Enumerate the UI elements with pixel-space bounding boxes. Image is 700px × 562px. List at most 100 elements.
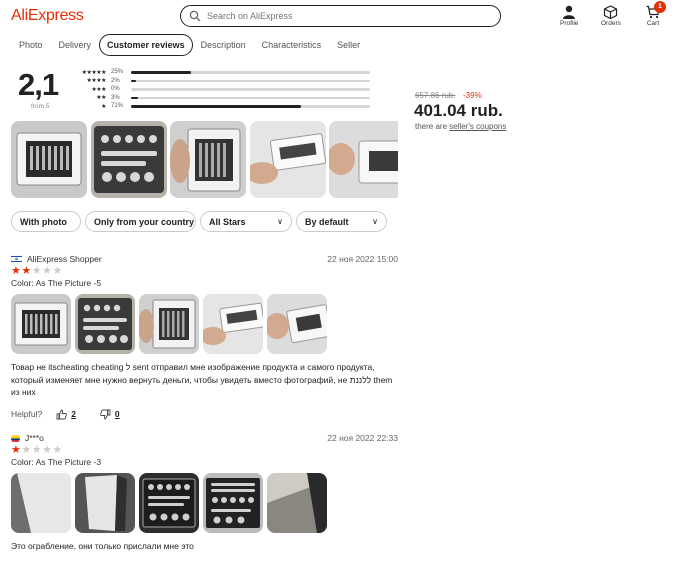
bar-track [131, 71, 370, 74]
profile-button[interactable]: Profile [560, 5, 578, 27]
search-icon [189, 10, 201, 22]
stars-dropdown[interactable]: All Stars ∨ [200, 211, 292, 232]
star-empty-icon: ★ [52, 265, 63, 277]
gallery-photo[interactable] [170, 121, 246, 198]
star-filled-icon: ★ [21, 265, 32, 277]
bar-track [131, 105, 370, 108]
chevron-down-icon: ∨ [277, 217, 283, 226]
review-text: Товар не itscheating cheating ל sent отп… [11, 362, 393, 397]
sort-dropdown[interactable]: By default ∨ [296, 211, 387, 232]
seller-coupons-link[interactable]: seller's coupons [449, 122, 506, 131]
review-photo[interactable] [139, 294, 199, 354]
review-photo[interactable] [75, 473, 135, 533]
tab-description[interactable]: Description [193, 35, 254, 55]
bar-track [131, 96, 370, 99]
tab-characteristics[interactable]: Characteristics [254, 35, 330, 55]
bar-fill [131, 71, 191, 74]
filter-only-your-country[interactable]: Only from your country [85, 211, 196, 232]
review-photo[interactable] [75, 294, 135, 354]
rating-scale-label: from 5 [31, 103, 50, 110]
review-stars: ★ ★ ★ ★ ★ [11, 445, 398, 456]
coupon-prefix: there are [415, 122, 448, 131]
filter-label: With photo [20, 216, 67, 227]
filter-label: Only from your country [94, 216, 195, 227]
gallery-photo[interactable] [329, 121, 398, 198]
bar-track [131, 88, 370, 91]
review-header: J***o 22 ноя 2022 22:33 [11, 433, 398, 443]
cart-count-badge: 1 [654, 1, 666, 13]
discount-badge: -39% [463, 91, 482, 100]
search-bar[interactable] [180, 5, 501, 27]
stars-label: ★★★★ [86, 78, 106, 85]
profile-label: Profile [560, 20, 579, 27]
review-photo[interactable] [203, 473, 263, 533]
review-author: AliExpress Shopper [27, 254, 102, 264]
chevron-down-icon: ∨ [372, 217, 378, 226]
israel-flag-icon [11, 255, 22, 263]
tab-seller[interactable]: Seller [329, 35, 368, 55]
review-author: J***o [25, 433, 44, 443]
rating-row-3[interactable]: ★★★ 0% [73, 85, 370, 94]
helpful-row: Helpful? 2 0 [11, 409, 398, 420]
star-empty-icon: ★ [31, 265, 42, 277]
rating-row-5[interactable]: ★★★★★ 25% [73, 68, 370, 77]
review-photo[interactable] [11, 473, 71, 533]
star-empty-icon: ★ [42, 265, 52, 277]
bar-track [131, 79, 370, 82]
stars-label: ★★ [96, 95, 106, 102]
aliexpress-logo[interactable]: AliExpress [11, 7, 84, 25]
current-price: 401.04 rub. [414, 101, 503, 120]
review-photos [11, 294, 398, 354]
rating-row-2[interactable]: ★★ 3% [73, 94, 370, 103]
review-item: AliExpress Shopper 22 ноя 2022 15:00 ★ ★ ★… [11, 254, 398, 420]
percent-label: 2% [111, 77, 120, 84]
review-photo[interactable] [203, 294, 263, 354]
gallery-photo[interactable] [249, 121, 326, 198]
review-photo[interactable] [139, 473, 199, 533]
old-price: 657.86 rub. [415, 91, 456, 100]
gallery-photo[interactable] [11, 121, 87, 198]
tab-customer-reviews[interactable]: Customer reviews [99, 34, 193, 56]
like-button[interactable]: 2 [56, 409, 76, 420]
review-photo[interactable] [267, 473, 327, 533]
colombia-flag-icon [11, 434, 20, 442]
dropdown-value: All Stars [209, 216, 246, 227]
orders-button[interactable]: Orders [601, 5, 621, 27]
review-photo[interactable] [267, 294, 327, 354]
stars-label: ★★★ [91, 86, 106, 93]
star-empty-icon: ★ [31, 444, 42, 456]
rating-distribution: ★★★★★ 25% ★★★★ 2% ★★★ 0% ★★ 3% ★ 71% [73, 68, 370, 111]
gallery-photo[interactable] [90, 121, 167, 198]
review-photos [11, 473, 398, 533]
review-date: 22 ноя 2022 15:00 [327, 254, 398, 264]
percent-label: 0% [111, 86, 120, 93]
percent-label: 71% [111, 103, 124, 110]
star-filled-icon: ★ [11, 444, 21, 456]
star-filled-icon: ★ [11, 265, 21, 277]
rating-row-1[interactable]: ★ 71% [73, 102, 370, 111]
stars-label: ★★★★★ [81, 69, 107, 76]
rating-row-4[interactable]: ★★★★ 2% [73, 77, 370, 86]
dislike-button[interactable]: 0 [100, 409, 120, 420]
dropdown-value: By default [305, 216, 349, 227]
review-photo[interactable] [11, 294, 71, 354]
thumbs-up-icon [56, 409, 68, 419]
review-stars: ★ ★ ★ ★ ★ [11, 266, 398, 277]
review-date: 22 ноя 2022 22:33 [327, 433, 398, 443]
box-icon [604, 5, 618, 19]
bar-fill [131, 105, 301, 108]
review-variant: Color: As The Picture -5 [11, 278, 102, 288]
filter-with-photo[interactable]: With photo [11, 211, 81, 232]
like-count: 2 [71, 409, 76, 419]
stars-label: ★ [101, 103, 106, 110]
coupon-note: there are seller's coupons [415, 122, 506, 131]
tab-delivery[interactable]: Delivery [51, 35, 100, 55]
star-empty-icon: ★ [52, 444, 63, 456]
cart-button[interactable]: 1 Cart [646, 1, 666, 27]
search-input[interactable] [207, 11, 477, 21]
user-icon [563, 5, 576, 19]
tab-photo[interactable]: Photo [11, 35, 51, 55]
bar-fill [131, 79, 136, 82]
cart-label: Cart [646, 20, 660, 27]
star-empty-icon: ★ [21, 444, 32, 456]
